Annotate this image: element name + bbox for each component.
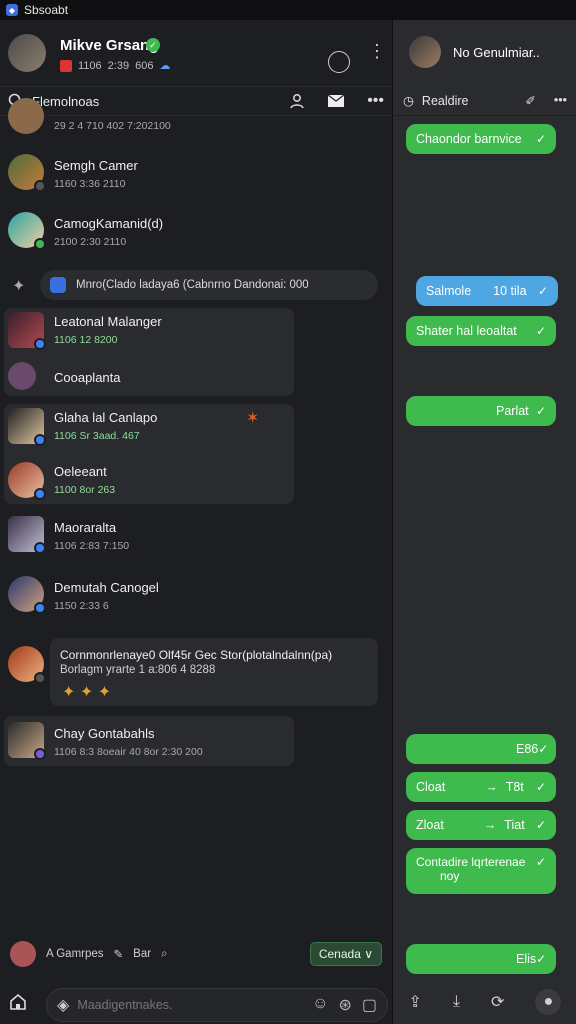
gif-icon[interactable]: ▢ [362, 995, 377, 1015]
status-bar: ◆ Sbsoabt ◎ ▼ ▼ — ☐ ✕ [0, 0, 576, 1024]
mail-icon[interactable] [327, 94, 345, 108]
star-icon: ✶ [246, 410, 260, 427]
mic-icon[interactable]: ● [535, 989, 562, 1015]
list-item[interactable]: Maoraralta 1106 2:83 7:150 [0, 516, 392, 560]
download-icon[interactable]: ⤓ [453, 993, 460, 1011]
chat-list-header: Mikve Grsang ✓ 1106 2:39 606 ☁ ⋮ [0, 20, 392, 84]
message-bubble[interactable]: Zloat → Tiat ✓ [406, 810, 556, 840]
check-icon: ✓ [537, 284, 548, 298]
avatar [8, 154, 46, 192]
chat-list-pane: Mikve Grsang ✓ 1106 2:39 606 ☁ ⋮ Flemoln… [0, 20, 392, 1024]
check-icon: ✓ [535, 404, 546, 418]
avatar [10, 941, 36, 967]
message-bubble[interactable]: Chaondor barnvice ✓ [406, 124, 556, 154]
conversation-bottom-bar: ⇪ ⤓ ⟳ ● [393, 980, 576, 1024]
conversation-search-label: Realdire [421, 93, 469, 108]
pen-icon[interactable]: ✎ [114, 947, 124, 961]
code-button[interactable] [328, 51, 350, 73]
conversation-header: No Genulmiar.. [393, 20, 576, 84]
message-bubble[interactable]: Cloat → T8t ✓ [406, 772, 556, 802]
list-item[interactable]: Cooaplanta [0, 362, 392, 394]
check-icon: ✓ [535, 324, 546, 338]
upload-icon[interactable]: ⇪ [409, 992, 422, 1012]
list-item[interactable]: Leatonal Malanger 1106 12 8200 [0, 312, 392, 356]
list-item[interactable]: Demutah Canogel 1150 2:33 6 [0, 576, 392, 620]
avatar [8, 312, 46, 350]
avatar [8, 646, 46, 684]
avatar [8, 516, 46, 554]
forward-icon: → [485, 780, 498, 794]
avatar [8, 576, 46, 614]
search-icon[interactable]: ⌕ [161, 948, 167, 961]
profile-title: Mikve Grsang [60, 37, 159, 54]
clock-icon: ◷ [403, 94, 414, 108]
avatar [8, 462, 46, 500]
check-icon: ✓ [535, 818, 546, 832]
composer-label: A Gamrpes [46, 948, 104, 960]
composer-label-2: Bar [133, 948, 152, 960]
forward-icon: → [483, 818, 497, 832]
extension-button[interactable]: Cenada ∨ [309, 942, 382, 966]
list-item[interactable]: Glaha lal Canlapo 1106 Sr 3aad. 467 ✶ [0, 408, 392, 452]
check-icon: ✓ [538, 742, 549, 756]
more-icon[interactable]: ••• [554, 93, 567, 108]
check-icon: ✓ [536, 952, 547, 966]
conversation-title: No Genulmiar.. [453, 45, 540, 60]
app-name: Sbsoabt [24, 3, 69, 17]
search-bar[interactable]: Flemolnoas ••• [0, 86, 392, 116]
conversation-avatar[interactable] [409, 36, 441, 68]
cloud-icon: ☁ [159, 60, 171, 72]
profile-subtitle: 1106 2:39 606 ☁ [60, 59, 170, 72]
message-bubble[interactable]: Salmole 10 tila ✓ [416, 276, 558, 306]
emoji-icon: ✦ ✦ ✦ [62, 684, 112, 701]
list-item[interactable]: Semgh Camer 1160 3:36 2110 [0, 154, 392, 204]
tag-icon[interactable]: ✐ [525, 93, 535, 108]
message-bubble[interactable]: Parlat ✓ [406, 396, 556, 426]
check-icon: ✓ [535, 132, 546, 146]
message-bubble[interactable]: Elis ✓ [406, 944, 556, 974]
more-icon[interactable]: ••• [367, 92, 384, 110]
pinned-message-row[interactable]: ✦ Mnro(Clado ladaya6 (Cabnrno Dandonai: … [0, 270, 392, 300]
avatar [8, 362, 36, 390]
add-contact-icon[interactable] [289, 93, 305, 109]
pin-icon: ✦ [12, 278, 26, 295]
verified-icon: ✓ [146, 38, 160, 52]
chat-list: 29 2 4 710 402 7:202100 Semgh Camer 1160… [0, 98, 392, 946]
avatar [8, 722, 46, 760]
message-input[interactable] [77, 998, 278, 1012]
home-icon[interactable] [8, 992, 28, 1012]
composer-toolbar: A Gamrpes ✎ Bar ⌕ Cenada ∨ [0, 936, 392, 972]
app-icon: ◆ [6, 4, 18, 16]
sticker-icon[interactable]: ⊛ [338, 995, 351, 1015]
conversation-search[interactable]: ◷ Realdire ✐ ••• [393, 86, 576, 116]
avatar [8, 98, 44, 134]
conversation-pane: No Genulmiar.. ◷ Realdire ✐ ••• Chaondor… [392, 20, 576, 1024]
profile-avatar[interactable] [8, 34, 46, 72]
message-input-box[interactable]: ◈ ☺ ⊛ ▢ [46, 988, 388, 1022]
attachment-icon[interactable]: ◈ [57, 995, 69, 1015]
badge-icon [60, 59, 72, 72]
check-icon: ✓ [535, 780, 546, 794]
list-item[interactable]: Oeleeant 1100 8or 263 [0, 462, 392, 502]
message-bubble[interactable]: E86 ✓ [406, 734, 556, 764]
pinned-message[interactable]: Mnro(Clado ladaya6 (Cabnrno Dandonai: 00… [40, 270, 378, 300]
share-icon[interactable]: ⟳ [491, 992, 504, 1012]
search-label: Flemolnoas [32, 93, 100, 109]
list-item[interactable]: Cornmonrlenaye0 Olf45r Gec Stor(plotalnd… [0, 646, 392, 706]
list-item[interactable]: 29 2 4 710 402 7:202100 [0, 98, 392, 136]
list-item[interactable]: Chay Gontabahls 1106 8:3 8oeair 40 8or 2… [0, 722, 392, 766]
check-icon: ✓ [535, 855, 546, 869]
bottom-bar: ◈ ☺ ⊛ ▢ [0, 980, 392, 1024]
message-bubble[interactable]: Shater hal leoaltat ✓ [406, 316, 556, 346]
avatar [8, 408, 46, 446]
message-bubble[interactable]: Contadire lqrterenae noy ✓ [406, 848, 556, 894]
bot-icon [50, 277, 66, 293]
list-item[interactable]: CamogKamanid(d) 2100 2:30 2110 [0, 212, 392, 262]
avatar [8, 212, 46, 250]
more-menu-icon[interactable]: ⋮ [368, 42, 386, 60]
emoji-icon[interactable]: ☺ [312, 995, 328, 1015]
